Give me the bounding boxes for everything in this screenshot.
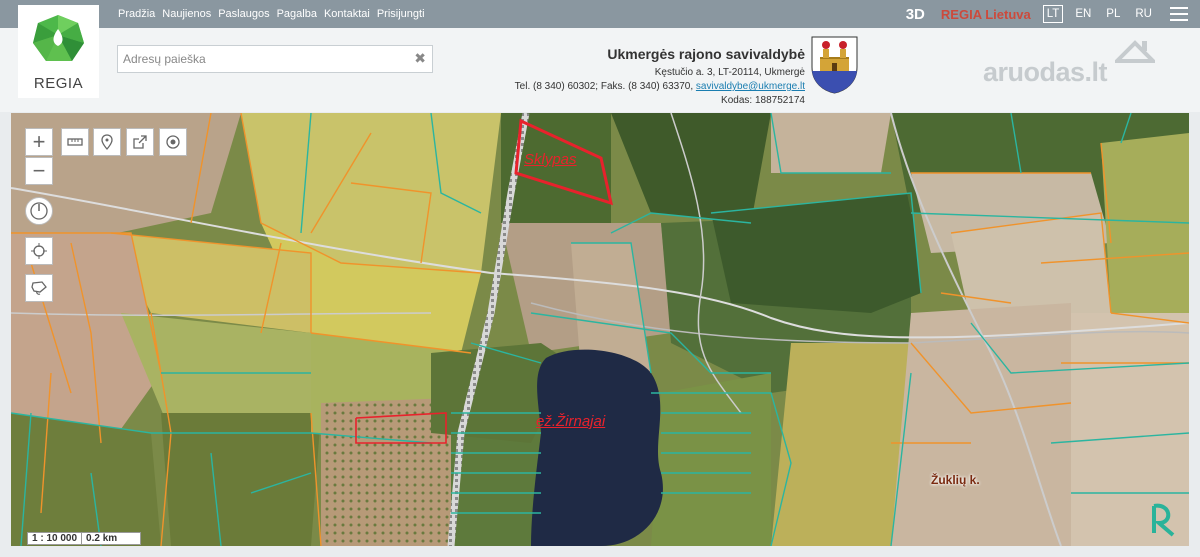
locate-button[interactable] [25,237,53,265]
regia-logo-icon [33,15,84,61]
municipality-phone: Tel. (8 340) 60302; Faks. (8 340) 63370, [514,81,694,92]
aruodas-name: aruodas [983,57,1085,87]
address-search-input[interactable] [118,46,413,72]
map-imagery [11,113,1189,546]
menu-icon[interactable] [1170,7,1188,21]
zoom-out-button[interactable]: − [25,157,53,185]
municipality-code: Kodas: 188752174 [721,95,805,106]
nav-contacts[interactable]: Kontaktai [324,8,370,20]
aruodas-house-icon [1115,40,1155,63]
aruodas-logo[interactable]: aruodas.lt [983,57,1108,88]
municipality-email[interactable]: savivaldybe@ukmerge.lt [696,81,805,92]
nav-news[interactable]: Naujienos [162,8,211,20]
lake-label: ež.Žirnajai [536,413,606,430]
nav-home[interactable]: Pradžia [118,8,155,20]
lang-pl[interactable]: PL [1103,6,1123,22]
3d-button[interactable]: 3D [906,6,925,23]
measure-button[interactable] [61,128,89,156]
lang-ru[interactable]: RU [1132,6,1155,22]
top-right-controls: 3D REGIA Lietuva LT EN PL RU [906,0,1200,28]
municipality-info: Ukmergės rajono savivaldybė Kęstučio a. … [515,45,805,108]
address-search: ✖ [117,45,433,73]
main-nav: Pradžia Naujienos Paslaugos Pagalba Kont… [118,0,425,28]
municipality-address: Kęstučio a. 3, LT-20114, Ukmergė [654,67,805,78]
compass-button[interactable] [25,197,53,225]
share-button[interactable] [126,128,154,156]
logo-text: REGIA [33,75,84,92]
clear-search-icon[interactable]: ✖ [414,50,426,67]
crosshair-icon [31,243,47,259]
share-icon [133,135,147,149]
municipality-phone-row: Tel. (8 340) 60302; Faks. (8 340) 63370,… [515,80,805,94]
map-canvas[interactable]: Sklypas ež.Žirnajai Žuklių k. + − [11,113,1189,546]
village-label: Žuklių k. [931,473,980,487]
aruodas-tld: .lt [1084,57,1108,87]
nav-help[interactable]: Pagalba [277,8,317,20]
target-button[interactable] [159,128,187,156]
marker-button[interactable] [93,128,121,156]
map-pin-icon [101,134,113,150]
lang-lt[interactable]: LT [1042,5,1064,23]
nav-services[interactable]: Paslaugos [218,8,269,20]
nav-login[interactable]: Prisijungti [377,8,425,20]
target-icon [166,135,180,149]
lang-en[interactable]: EN [1072,6,1094,22]
plot-label: Sklypas [524,151,577,168]
municipality-name: Ukmergės rajono savivaldybė [607,46,805,62]
compass-icon [30,202,48,220]
lasso-icon [31,281,47,295]
ruler-icon [67,138,83,146]
area-select-button[interactable] [25,274,53,302]
scale-ratio: 1 : 10 000 [27,532,83,545]
regia-logo[interactable]: REGIA [18,5,99,98]
regia-lietuva-link[interactable]: REGIA Lietuva [941,7,1031,22]
zoom-in-button[interactable]: + [25,128,53,156]
scale-bar: 1 : 10 000 0.2 km [27,532,142,545]
coat-of-arms-icon [811,36,858,94]
scale-distance: 0.2 km [82,532,142,545]
